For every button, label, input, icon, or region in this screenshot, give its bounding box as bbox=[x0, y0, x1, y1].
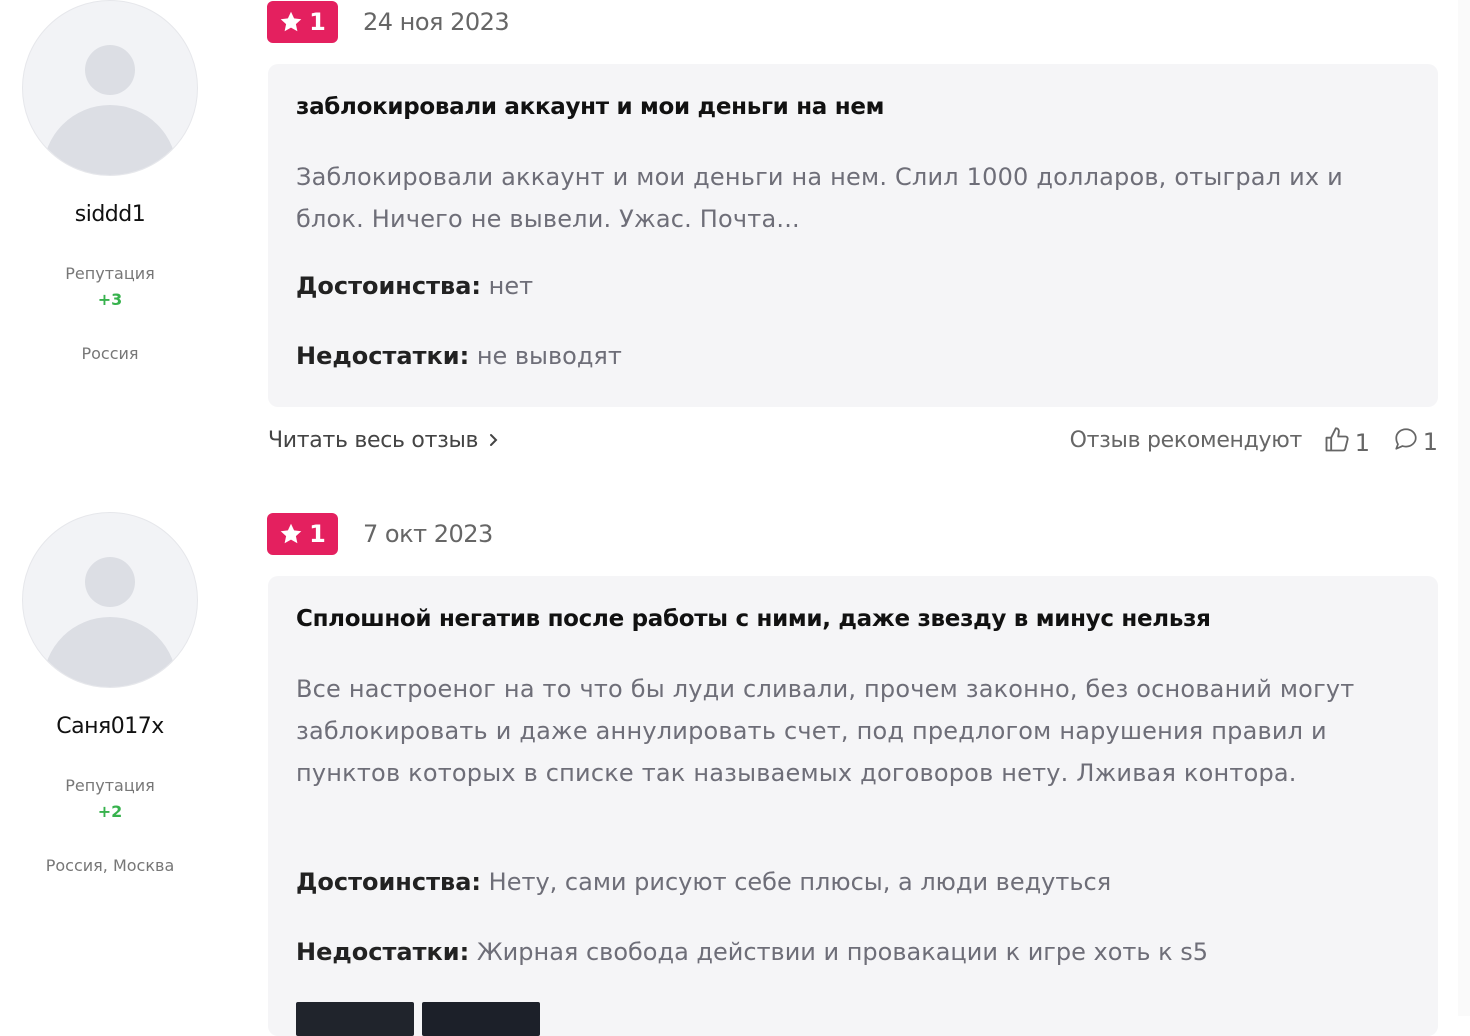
pros-label: Достоинства: bbox=[296, 868, 482, 896]
review-text: Заблокировали аккаунт и мои деньги на не… bbox=[296, 163, 1343, 233]
author-location: Россия, Москва bbox=[45, 856, 175, 875]
review-photo-thumbnail[interactable] bbox=[296, 1002, 414, 1036]
review-pros: Достоинства: Нету, сами рисуют себе плюс… bbox=[296, 868, 1111, 896]
reputation-label: Репутация bbox=[65, 264, 155, 283]
user-placeholder-icon[interactable] bbox=[22, 512, 198, 688]
recommend-label: Отзыв рекомендуют bbox=[1069, 428, 1303, 453]
pros-label: Достоинства: bbox=[296, 272, 482, 300]
comments-count: 1 bbox=[1422, 428, 1438, 456]
cons-text: Жирная свобода действии и провакации к и… bbox=[476, 938, 1209, 966]
rating-badge: 1 bbox=[267, 1, 338, 43]
pros-text: Нету, сами рисуют себе плюсы, а люди вед… bbox=[488, 868, 1112, 896]
likes-count: 1 bbox=[1354, 429, 1370, 457]
review-photo-thumbnail[interactable] bbox=[422, 1002, 540, 1036]
read-more-label: Читать весь отзыв bbox=[268, 428, 479, 453]
rating-badge: 1 bbox=[267, 513, 338, 555]
review-card[interactable]: Сплошной негатив после работы с ними, да… bbox=[268, 576, 1438, 1036]
reputation-value: +3 bbox=[97, 290, 123, 309]
author-name[interactable]: siddd1 bbox=[0, 202, 220, 227]
reputation-label: Репутация bbox=[65, 776, 155, 795]
review-footer: Читать весь отзыв Отзыв рекомендуют 1 1 bbox=[268, 426, 1438, 460]
comment-icon bbox=[1393, 426, 1419, 458]
cons-label: Недостатки: bbox=[296, 938, 470, 966]
cons-text: не выводят bbox=[476, 342, 622, 370]
rating-value: 1 bbox=[309, 8, 326, 36]
review-cons: Недостатки: не выводят bbox=[296, 342, 622, 370]
rating-value: 1 bbox=[309, 520, 326, 548]
read-more-link[interactable]: Читать весь отзыв bbox=[268, 428, 498, 453]
review-title[interactable]: Сплошной негатив после работы с ними, да… bbox=[296, 606, 1211, 632]
review-pros: Достоинства: нет bbox=[296, 272, 533, 300]
reputation-value: +2 bbox=[97, 802, 123, 821]
scrollbar[interactable] bbox=[1458, 0, 1470, 1016]
comments-button[interactable]: 1 bbox=[1393, 426, 1438, 458]
likes-button[interactable]: 1 bbox=[1323, 426, 1370, 460]
review-text: Все настроеног на то что бы луди сливали… bbox=[296, 675, 1355, 787]
author-location: Россия bbox=[81, 344, 139, 363]
cons-label: Недостатки: bbox=[296, 342, 470, 370]
review-cons: Недостатки: Жирная свобода действии и пр… bbox=[296, 938, 1208, 966]
star-icon bbox=[279, 10, 303, 34]
review-date: 24 ноя 2023 bbox=[363, 8, 510, 36]
thumbs-up-icon bbox=[1323, 426, 1351, 460]
review-title[interactable]: заблокировали аккаунт и мои деньги на не… bbox=[296, 94, 884, 120]
review-date: 7 окт 2023 bbox=[363, 520, 493, 548]
review-card[interactable]: заблокировали аккаунт и мои деньги на не… bbox=[268, 64, 1438, 407]
user-placeholder-icon[interactable] bbox=[22, 0, 198, 176]
pros-text: нет bbox=[488, 272, 534, 300]
author-name[interactable]: Саня017x bbox=[0, 714, 220, 739]
chevron-right-icon bbox=[488, 428, 498, 453]
star-icon bbox=[279, 522, 303, 546]
